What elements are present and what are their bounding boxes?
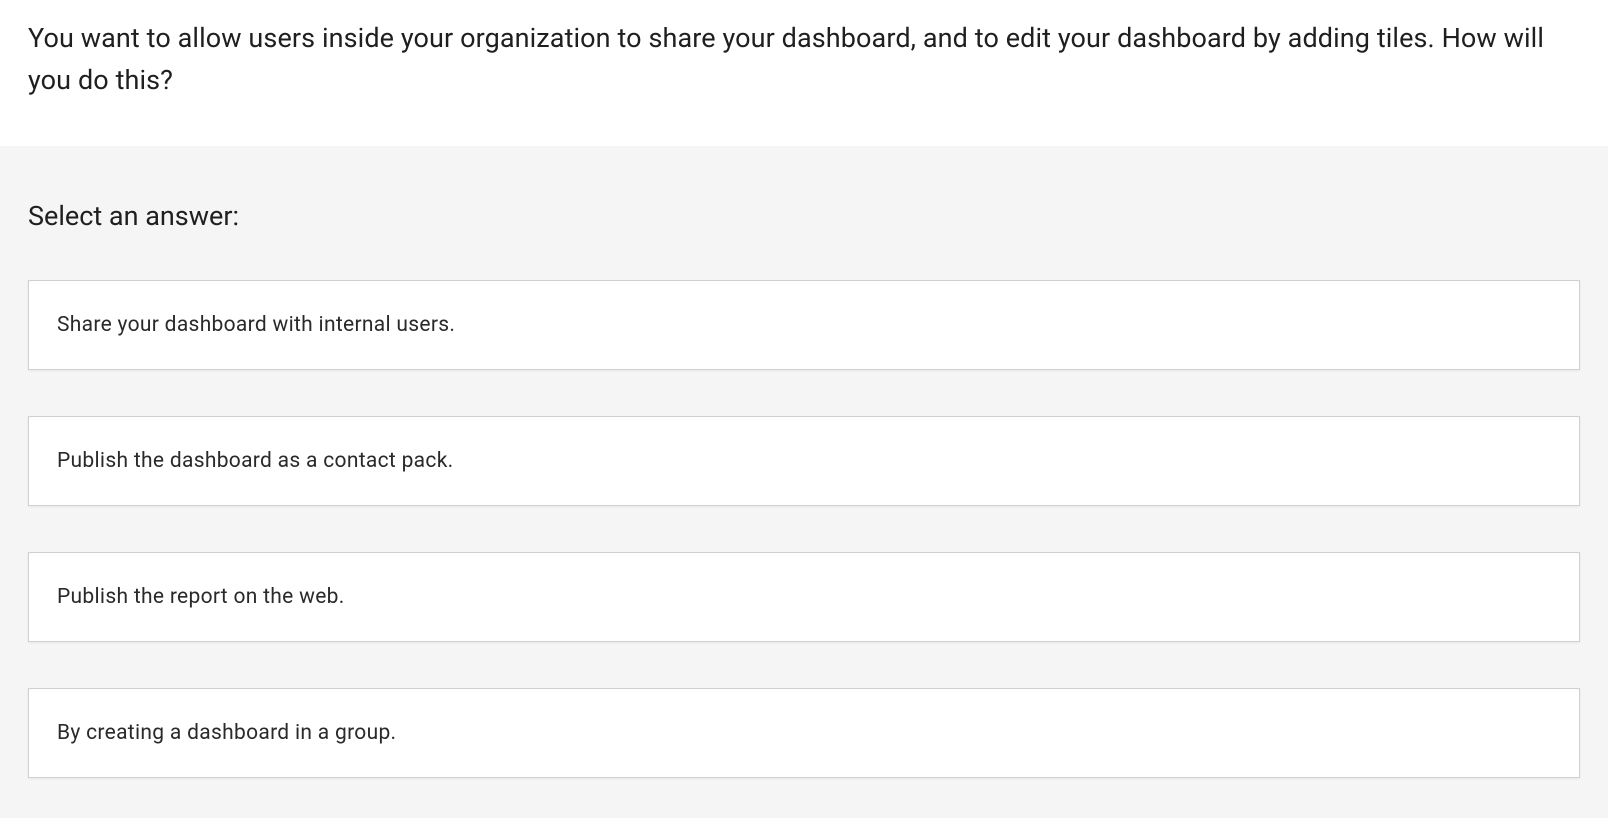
answer-option-3[interactable]: By creating a dashboard in a group. <box>28 688 1580 778</box>
answer-option-0[interactable]: Share your dashboard with internal users… <box>28 280 1580 370</box>
answer-option-label: Publish the dashboard as a contact pack. <box>57 449 453 473</box>
answer-option-label: Publish the report on the web. <box>57 585 345 609</box>
answer-option-label: Share your dashboard with internal users… <box>57 313 455 337</box>
answer-option-2[interactable]: Publish the report on the web. <box>28 552 1580 642</box>
answer-section: Select an answer: Share your dashboard w… <box>0 146 1608 818</box>
answer-option-1[interactable]: Publish the dashboard as a contact pack. <box>28 416 1580 506</box>
question-section: You want to allow users inside your orga… <box>0 0 1608 146</box>
answer-prompt: Select an answer: <box>28 200 1580 232</box>
answer-options: Share your dashboard with internal users… <box>28 280 1580 778</box>
question-text: You want to allow users inside your orga… <box>28 18 1580 102</box>
answer-option-label: By creating a dashboard in a group. <box>57 721 396 745</box>
